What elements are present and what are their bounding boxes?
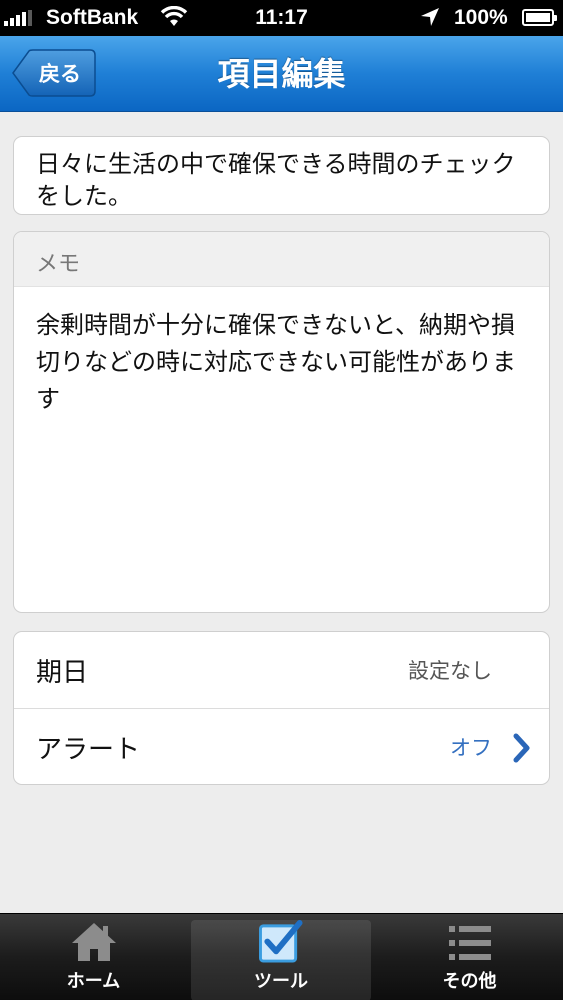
- memo-text: 余剰時間が十分に確保できないと、納期や損切りなどの時に対応できない可能性がありま…: [36, 311, 516, 413]
- item-title-field[interactable]: 日々に生活の中で確保できる時間のチェックをした。: [13, 136, 550, 215]
- tab-home-label: ホーム: [66, 971, 121, 992]
- due-date-value: 設定なし: [408, 659, 492, 683]
- home-icon: [71, 923, 116, 961]
- alert-value: オフ: [450, 736, 492, 760]
- list-icon: [448, 926, 491, 960]
- alert-row[interactable]: アラート オフ: [14, 708, 549, 784]
- memo-field[interactable]: メモ 余剰時間が十分に確保できないと、納期や損切りなどの時に対応できない可能性が…: [13, 231, 550, 613]
- tab-other-label: その他: [442, 971, 497, 992]
- navigation-bar: 項目編集 戻る: [0, 36, 563, 112]
- tab-home[interactable]: ホーム: [0, 914, 187, 1000]
- checkbox-icon: [259, 920, 303, 963]
- due-date-label: 期日: [36, 657, 89, 688]
- alert-label: アラート: [36, 734, 141, 765]
- status-bar: SoftBank 11:17 100%: [0, 0, 563, 36]
- item-title-text: 日々に生活の中で確保できる時間のチェックをした。: [36, 150, 516, 210]
- battery-icon: [522, 9, 557, 26]
- chevron-right-icon: [513, 733, 530, 763]
- location-arrow-icon: [421, 8, 439, 26]
- back-button-label: 戻る: [39, 62, 81, 86]
- tab-other[interactable]: その他: [376, 914, 563, 1000]
- memo-label: メモ: [14, 232, 549, 287]
- tab-bar: ホーム ツール その他: [0, 913, 563, 1000]
- back-button[interactable]: 戻る: [12, 49, 96, 97]
- settings-group: 期日 設定なし アラート オフ: [13, 631, 550, 785]
- battery-percent: 100%: [454, 6, 508, 29]
- tab-tool-label: ツール: [254, 971, 308, 992]
- due-date-row[interactable]: 期日 設定なし: [14, 632, 549, 708]
- tab-tool[interactable]: ツール: [191, 920, 371, 1000]
